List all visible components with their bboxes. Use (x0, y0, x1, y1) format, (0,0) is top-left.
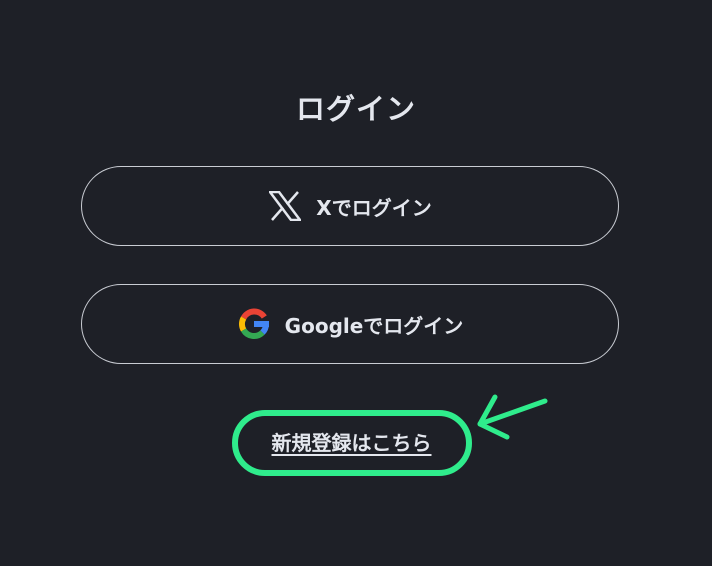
x-login-label: Xでログイン (316, 195, 432, 220)
x-logo-icon (268, 189, 302, 223)
google-login-label: Googleでログイン (284, 313, 464, 338)
google-logo-icon (237, 307, 271, 341)
arrow-icon (477, 394, 548, 440)
google-login-button[interactable]: Googleでログイン (81, 284, 619, 364)
register-link[interactable]: 新規登録はこちら (236, 427, 467, 456)
annotation-overlay (232, 394, 548, 476)
page-title: ログイン (295, 92, 416, 126)
x-login-button[interactable]: Xでログイン (81, 166, 619, 246)
